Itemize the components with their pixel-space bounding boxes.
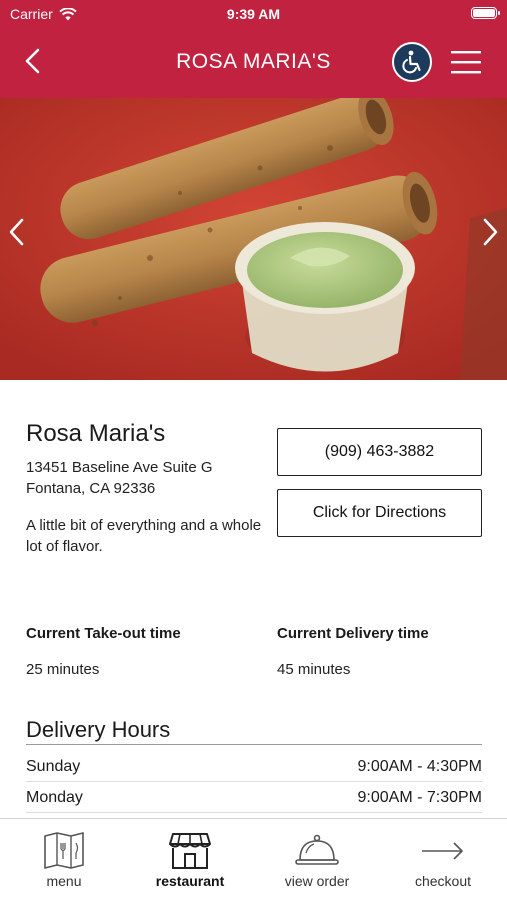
takeout-time-value: 25 minutes (26, 661, 100, 678)
wheelchair-icon (402, 50, 421, 74)
hours-day: Monday (26, 788, 83, 806)
address-line-1: 13451 Baseline Ave Suite G (26, 459, 213, 476)
tab-checkout[interactable]: checkout (380, 819, 506, 900)
tab-label: checkout (414, 873, 472, 889)
hamburger-menu-button[interactable] (450, 48, 482, 76)
hours-row: Monday 9:00AM - 7:30PM (26, 783, 482, 813)
directions-button[interactable]: Click for Directions (277, 489, 482, 537)
tab-label: menu (46, 873, 82, 889)
arrow-right-icon (422, 842, 463, 860)
tab-menu[interactable]: menu (1, 819, 127, 900)
hours-day: Sunday (26, 757, 81, 775)
takeout-time-label: Current Take-out time (26, 625, 181, 642)
hours-range: 9:00AM - 4:30PM (357, 757, 483, 775)
hours-row: Sunday 9:00AM - 4:30PM (26, 752, 482, 782)
food-photo (0, 98, 507, 380)
app-header: Carrier 9:39 AM ROSA MARIA'S (0, 0, 507, 98)
restaurant-address: 13451 Baseline Ave Suite G Fontana, CA 9… (26, 457, 213, 499)
tab-view-order[interactable]: view order (254, 819, 380, 900)
storefront-icon (169, 833, 211, 869)
address-line-2: Fontana, CA 92336 (26, 480, 156, 497)
delivery-time-value: 45 minutes (277, 661, 351, 678)
carousel-previous-button[interactable] (6, 214, 28, 250)
status-bar: Carrier 9:39 AM (0, 0, 507, 28)
accessibility-button[interactable] (392, 42, 432, 82)
call-phone-button[interactable]: (909) 463-3882 (277, 428, 482, 476)
cloche-icon (295, 834, 339, 865)
battery-icon (471, 7, 500, 19)
status-time: 9:39 AM (226, 6, 281, 22)
restaurant-name: Rosa Maria's (26, 420, 166, 447)
section-divider (26, 744, 482, 745)
restaurant-tagline: A little bit of everything and a whole l… (26, 517, 262, 555)
hours-range: 9:00AM - 7:30PM (357, 788, 483, 806)
tab-restaurant[interactable]: restaurant (127, 819, 253, 900)
tab-label: view order (284, 873, 350, 889)
navigation-bar: ROSA MARIA'S (0, 36, 507, 88)
menu-book-icon (44, 832, 84, 869)
delivery-hours-title: Delivery Hours (26, 717, 171, 742)
bottom-tab-bar: menu restaurant view order checkout (0, 818, 507, 900)
carousel-next-button[interactable] (479, 214, 501, 250)
food-photo-carousel[interactable] (0, 98, 507, 380)
tab-label: restaurant (155, 873, 225, 889)
delivery-time-label: Current Delivery time (277, 625, 429, 642)
